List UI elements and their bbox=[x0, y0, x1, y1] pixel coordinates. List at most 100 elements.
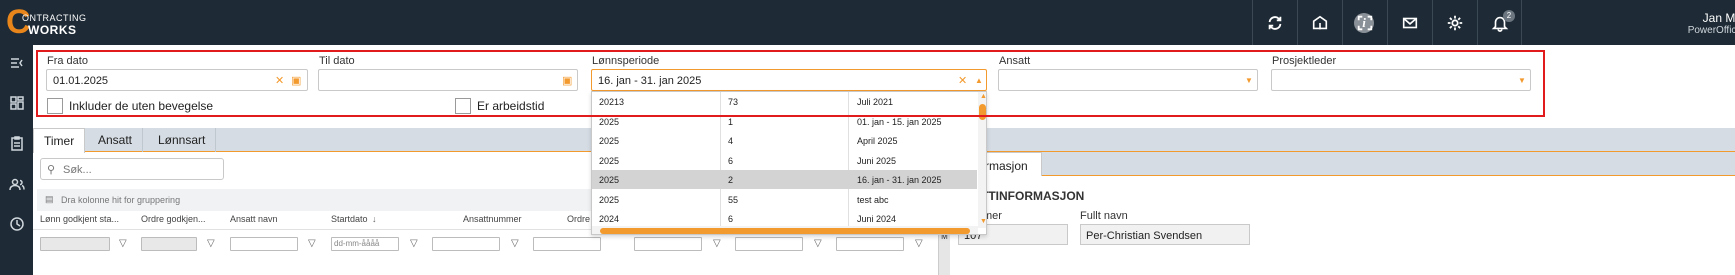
filter-icon[interactable]: ▽ bbox=[207, 238, 215, 249]
dropdown-row[interactable]: 2025 1 01. jan - 15. jan 2025 bbox=[592, 112, 977, 131]
filter-icon[interactable]: ▽ bbox=[410, 238, 418, 249]
fra-dato-value: 01.01.2025 bbox=[53, 75, 109, 87]
dashboard-icon[interactable] bbox=[9, 95, 25, 111]
row-year: 2025 bbox=[599, 117, 620, 127]
filter-icon[interactable]: ▽ bbox=[511, 238, 519, 249]
dropdown-row-selected[interactable]: 2025 2 16. jan - 31. jan 2025 bbox=[592, 170, 977, 189]
filter-icon[interactable]: ▽ bbox=[814, 238, 822, 249]
scroll-thumb[interactable] bbox=[979, 104, 986, 120]
filter-field[interactable] bbox=[230, 237, 298, 251]
dropdown-row[interactable]: 2025 4 April 2025 bbox=[592, 131, 977, 150]
tab-ansatt[interactable]: Ansatt bbox=[88, 128, 144, 152]
row-number: 55 bbox=[728, 195, 739, 205]
filter-field[interactable] bbox=[634, 237, 702, 251]
lonnsperiode-dropdown[interactable]: 20213 73 Juli 2021 2025 1 01. jan - 15. … bbox=[591, 91, 987, 235]
til-dato-label: Til dato bbox=[319, 55, 355, 67]
include-checkbox[interactable] bbox=[47, 98, 63, 114]
row-label: Juli 2021 bbox=[857, 97, 894, 107]
contractingworks-logo[interactable]: C ONTRACTING WORKS bbox=[6, 5, 86, 39]
tab-lonnsart[interactable]: Lønnsart bbox=[148, 128, 217, 152]
calendar-icon[interactable]: ▣ bbox=[562, 74, 572, 87]
til-dato-input[interactable]: ▣ bbox=[318, 69, 578, 91]
sort-arrow-icon[interactable]: ↓ bbox=[372, 214, 377, 224]
scroll-down-icon[interactable]: ▼ bbox=[980, 218, 986, 225]
book-icon bbox=[1312, 15, 1328, 29]
fullscreen-icon bbox=[1357, 15, 1373, 30]
fullscreen-button[interactable] bbox=[1342, 0, 1387, 45]
chevron-down-icon[interactable]: ▼ bbox=[1518, 76, 1526, 85]
menu-collapse-icon[interactable] bbox=[9, 55, 25, 71]
row-year: 2025 bbox=[599, 195, 620, 205]
filter-field[interactable] bbox=[432, 237, 500, 251]
dropdown-row[interactable]: 2025 6 Juni 2025 bbox=[592, 151, 977, 170]
row-number: 6 bbox=[728, 156, 734, 166]
gear-icon bbox=[1447, 15, 1463, 30]
date-filter-field[interactable]: dd-mm-åååå bbox=[331, 237, 399, 251]
row-year: 2024 bbox=[599, 214, 620, 224]
filter-field[interactable] bbox=[141, 237, 197, 251]
user-menu[interactable]: Jan Mo PowerOffice bbox=[1662, 11, 1735, 36]
row-number: 4 bbox=[728, 136, 734, 146]
filter-field[interactable] bbox=[533, 237, 601, 251]
prosjektleder-select[interactable]: ▼ bbox=[1271, 69, 1531, 91]
filter-icon[interactable]: ▽ bbox=[713, 238, 721, 249]
clipboard-icon[interactable] bbox=[9, 135, 25, 151]
row-number: 73 bbox=[728, 97, 739, 107]
column-header[interactable]: Ordre bbox=[567, 214, 590, 224]
include-label: Inkluder de uten bevegelse bbox=[69, 99, 214, 113]
filter-field[interactable] bbox=[40, 237, 110, 251]
group-icon: ▤ bbox=[45, 194, 54, 204]
chevron-down-icon[interactable]: ▼ bbox=[1245, 76, 1253, 85]
mail-button[interactable] bbox=[1387, 0, 1432, 45]
row-label: April 2025 bbox=[857, 136, 898, 146]
clear-icon[interactable]: ✕ bbox=[958, 74, 967, 87]
sync-button[interactable] bbox=[1252, 0, 1297, 45]
clear-icon[interactable]: ✕ bbox=[275, 74, 284, 87]
sidebar bbox=[0, 45, 33, 275]
chevron-up-icon[interactable]: ▲ bbox=[975, 76, 983, 85]
fra-dato-input[interactable]: 01.01.2025 ✕ ▣ bbox=[46, 69, 308, 91]
ansatt-select[interactable]: ▼ bbox=[998, 69, 1258, 91]
tab-timer[interactable]: Timer bbox=[33, 128, 86, 153]
row-number: 2 bbox=[728, 175, 734, 185]
filter-icon[interactable]: ▽ bbox=[915, 238, 923, 249]
users-icon[interactable] bbox=[9, 176, 25, 192]
user-name: Jan Mo bbox=[1702, 11, 1735, 25]
row-year: 2025 bbox=[599, 156, 620, 166]
logo-bottom-text: WORKS bbox=[28, 23, 77, 37]
arbeidstid-checkbox[interactable] bbox=[455, 98, 471, 114]
filter-icon[interactable]: ▽ bbox=[308, 238, 316, 249]
group-hint: Dra kolonne hit for gruppering bbox=[61, 195, 181, 205]
calendar-icon[interactable]: ▣ bbox=[291, 74, 301, 87]
scroll-thumb[interactable] bbox=[600, 228, 970, 234]
column-header[interactable]: Startdato bbox=[331, 214, 368, 224]
settings-button[interactable] bbox=[1432, 0, 1477, 45]
row-year: 20213 bbox=[599, 97, 625, 107]
filter-icon[interactable]: ▽ bbox=[119, 238, 127, 249]
search-input[interactable]: ⚲ Søk... bbox=[40, 158, 224, 180]
column-chooser-strip[interactable]: M bbox=[938, 232, 950, 275]
lonnsperiode-select[interactable]: 16. jan - 31. jan 2025 ✕ ▲ bbox=[591, 69, 987, 91]
search-icon: ⚲ bbox=[47, 164, 56, 176]
tab-informasjon[interactable]: rmasjon bbox=[980, 152, 1042, 176]
user-org: PowerOffice bbox=[1687, 25, 1735, 36]
vertical-scrollbar[interactable]: ▲ ▼ bbox=[978, 92, 986, 228]
search-placeholder: Søk... bbox=[63, 164, 92, 176]
row-label: Juni 2025 bbox=[857, 156, 897, 166]
clock-icon[interactable] bbox=[9, 216, 25, 232]
column-header[interactable]: Ansattnummer bbox=[463, 214, 522, 224]
row-number: 6 bbox=[728, 214, 734, 224]
column-header[interactable]: Lønn godkjent sta... bbox=[40, 214, 119, 224]
book-button[interactable] bbox=[1297, 0, 1342, 45]
horizontal-scrollbar[interactable] bbox=[592, 226, 978, 234]
notifications-button[interactable]: 2 bbox=[1477, 0, 1522, 45]
column-header[interactable]: Ordre godkjen... bbox=[141, 214, 206, 224]
column-header[interactable]: Ansatt navn bbox=[230, 214, 278, 224]
filter-field[interactable] bbox=[836, 237, 904, 251]
dropdown-row[interactable]: 20213 73 Juli 2021 bbox=[592, 92, 977, 111]
row-label: 01. jan - 15. jan 2025 bbox=[857, 117, 942, 127]
top-bar: C ONTRACTING WORKS i 2 Jan Mo PowerOffic… bbox=[0, 0, 1735, 45]
dropdown-row[interactable]: 2025 55 test abc bbox=[592, 190, 977, 209]
filter-field[interactable] bbox=[735, 237, 803, 251]
scroll-up-icon[interactable]: ▲ bbox=[980, 93, 986, 100]
